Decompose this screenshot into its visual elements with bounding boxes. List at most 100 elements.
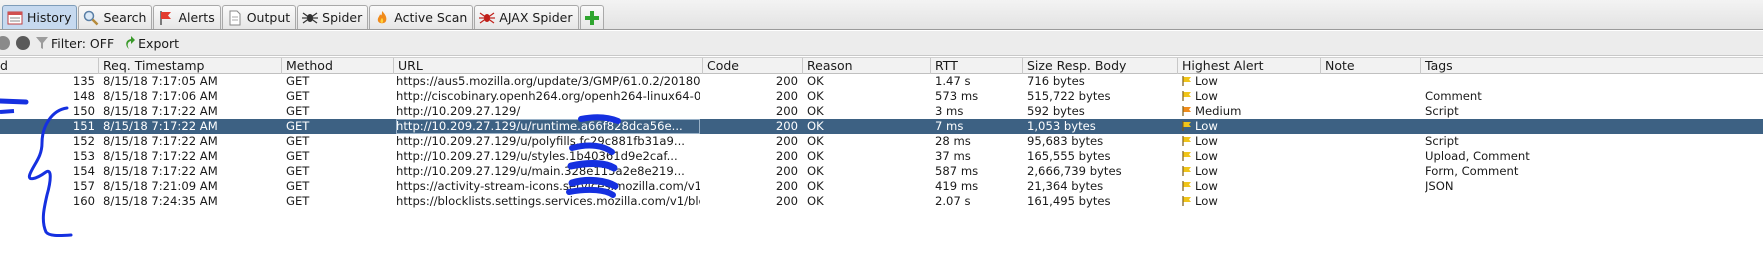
table-row[interactable]: 152 8/15/18 7:17:22 AM GET http://10.209.27… bbox=[0, 134, 1763, 149]
column-header-tags[interactable]: Tags bbox=[1420, 58, 1763, 74]
alert-flag-icon bbox=[1182, 195, 1192, 206]
table-row[interactable]: 160 8/15/18 7:24:35 AM GET https://blocklis… bbox=[0, 194, 1763, 209]
alert-level: Low bbox=[1195, 74, 1218, 88]
table-row[interactable]: 135 8/15/18 7:17:05 AM GET https://aus5.moz… bbox=[0, 74, 1763, 89]
cell-tags: Upload, Comment bbox=[1425, 149, 1530, 163]
cell-id: 157 bbox=[72, 179, 95, 193]
cell-rtt: 1.47 s bbox=[935, 74, 971, 88]
tab-spider[interactable]: Spider bbox=[297, 5, 369, 29]
cell-url: http://10.209.27.129/ bbox=[396, 104, 521, 118]
cell-id: 160 bbox=[72, 194, 95, 208]
tab-list: History Search Alerts Output Spider Active Sc… bbox=[2, 5, 605, 29]
cell-reason: OK bbox=[807, 134, 824, 148]
column-header-highest-alert[interactable]: Highest Alert bbox=[1177, 58, 1320, 74]
tab-label: AJAX Spider bbox=[499, 10, 573, 25]
tab-alerts[interactable]: Alerts bbox=[153, 5, 221, 29]
cell-ts: 8/15/18 7:21:09 AM bbox=[103, 179, 218, 193]
cell-size: 2,666,739 bytes bbox=[1027, 164, 1122, 178]
cell-tags bbox=[1425, 74, 1755, 89]
add-tab-button[interactable] bbox=[579, 5, 604, 29]
column-header-method[interactable]: Method bbox=[281, 58, 393, 74]
plus-icon bbox=[584, 10, 600, 26]
cell-alert: Low bbox=[1182, 134, 1318, 149]
first-circle-icon[interactable] bbox=[0, 36, 10, 50]
cell-url: http://10.209.27.129/u/styles.1b40361d9e… bbox=[396, 149, 678, 163]
export-icon[interactable] bbox=[123, 36, 136, 50]
cell-ts: 8/15/18 7:17:22 AM bbox=[103, 104, 218, 118]
alert-level: Medium bbox=[1195, 104, 1242, 118]
cell-url: http://ciscobinary.openh264.org/openh264… bbox=[396, 89, 700, 103]
cell-rtt: 587 ms bbox=[935, 164, 979, 178]
tab-output[interactable]: Output bbox=[221, 5, 297, 29]
cell-rtt: 573 ms bbox=[935, 89, 979, 103]
spider-icon bbox=[302, 10, 319, 26]
cell-id: 148 bbox=[72, 89, 95, 103]
second-circle-icon[interactable] bbox=[16, 36, 30, 50]
cell-note bbox=[1325, 89, 1418, 104]
alert-level: Low bbox=[1195, 179, 1218, 193]
cell-method: GET bbox=[286, 134, 310, 148]
cell-alert: Medium bbox=[1182, 104, 1318, 119]
search-icon bbox=[83, 10, 99, 26]
table-body: 135 8/15/18 7:17:05 AM GET https://aus5.moz… bbox=[0, 74, 1763, 209]
tab-search[interactable]: Search bbox=[78, 5, 153, 29]
cell-reason: OK bbox=[807, 74, 824, 88]
cell-ts: 8/15/18 7:17:22 AM bbox=[103, 134, 218, 148]
alert-flag-icon bbox=[1182, 180, 1192, 191]
table-row[interactable]: 151 8/15/18 7:17:22 AM GET http://10.209.27… bbox=[0, 119, 1763, 134]
column-header-size[interactable]: Size Resp. Body bbox=[1022, 58, 1177, 74]
column-header-reason[interactable]: Reason bbox=[802, 58, 930, 74]
column-header-note[interactable]: Note bbox=[1320, 58, 1420, 74]
cell-id: 135 bbox=[72, 74, 95, 88]
cell-ts: 8/15/18 7:17:22 AM bbox=[103, 119, 218, 133]
column-header-url[interactable]: URL bbox=[393, 58, 702, 74]
cell-rtt: 7 ms bbox=[935, 119, 964, 133]
table-row[interactable]: 154 8/15/18 7:17:22 AM GET http://10.209.27… bbox=[0, 164, 1763, 179]
column-header-code[interactable]: Code bbox=[702, 58, 802, 74]
cell-url: https://activity-stream-icons.services.m… bbox=[396, 179, 700, 193]
tab-ajax-spider[interactable]: AJAX Spider bbox=[474, 5, 579, 29]
cell-code: 200 bbox=[775, 149, 798, 163]
alert-flag-icon bbox=[1182, 120, 1192, 131]
cell-ts: 8/15/18 7:24:35 AM bbox=[103, 194, 218, 208]
tab-label: Alerts bbox=[178, 10, 215, 25]
export-button[interactable]: Export bbox=[138, 36, 179, 51]
filter-icon[interactable] bbox=[36, 36, 48, 50]
table-row[interactable]: 153 8/15/18 7:17:22 AM GET http://10.209.27… bbox=[0, 149, 1763, 164]
cell-method: GET bbox=[286, 89, 310, 103]
cell-note bbox=[1325, 149, 1418, 164]
history-toolbar: Filter: OFF Export bbox=[0, 31, 1763, 56]
table-row[interactable]: 148 8/15/18 7:17:06 AM GET http://ciscobina… bbox=[0, 89, 1763, 104]
cell-alert: Low bbox=[1182, 179, 1318, 194]
ajax-spider-icon bbox=[479, 10, 496, 26]
cell-code: 200 bbox=[775, 104, 798, 118]
cell-size: 716 bytes bbox=[1027, 74, 1085, 88]
column-header-rtt[interactable]: RTT bbox=[930, 58, 1022, 74]
cell-method: GET bbox=[286, 194, 310, 208]
table-row[interactable]: 157 8/15/18 7:21:09 AM GET https://activity… bbox=[0, 179, 1763, 194]
column-header-id[interactable]: d bbox=[0, 58, 98, 74]
cell-reason: OK bbox=[807, 149, 824, 163]
tab-active-scan[interactable]: Active Scan bbox=[369, 5, 474, 29]
cell-code: 200 bbox=[775, 74, 798, 88]
tab-label: Output bbox=[246, 10, 291, 25]
cell-method: GET bbox=[286, 149, 310, 163]
table-row[interactable]: 150 8/15/18 7:17:22 AM GET http://10.209.27… bbox=[0, 104, 1763, 119]
cell-url: http://10.209.27.129/u/polyfills.fc29c88… bbox=[396, 134, 685, 148]
cell-code: 200 bbox=[775, 134, 798, 148]
alert-flag-icon bbox=[1182, 150, 1192, 161]
column-header-timestamp[interactable]: Req. Timestamp bbox=[98, 58, 281, 74]
filter-button[interactable]: Filter: OFF bbox=[51, 36, 114, 51]
cell-rtt: 3 ms bbox=[935, 104, 964, 118]
cell-url: https://blocklists.settings.services.moz… bbox=[396, 194, 700, 208]
cell-size: 161,495 bytes bbox=[1027, 194, 1111, 208]
cell-method: GET bbox=[286, 74, 310, 88]
history-table: d Req. Timestamp Method URL Code Reason RTT Siz… bbox=[0, 57, 1763, 209]
cell-alert: Low bbox=[1182, 164, 1318, 179]
cell-rtt: 37 ms bbox=[935, 149, 971, 163]
tab-history[interactable]: History bbox=[2, 5, 78, 29]
cell-size: 21,364 bytes bbox=[1027, 179, 1104, 193]
tab-label: Spider bbox=[322, 10, 363, 25]
cell-ts: 8/15/18 7:17:22 AM bbox=[103, 149, 218, 163]
cell-ts: 8/15/18 7:17:22 AM bbox=[103, 164, 218, 178]
